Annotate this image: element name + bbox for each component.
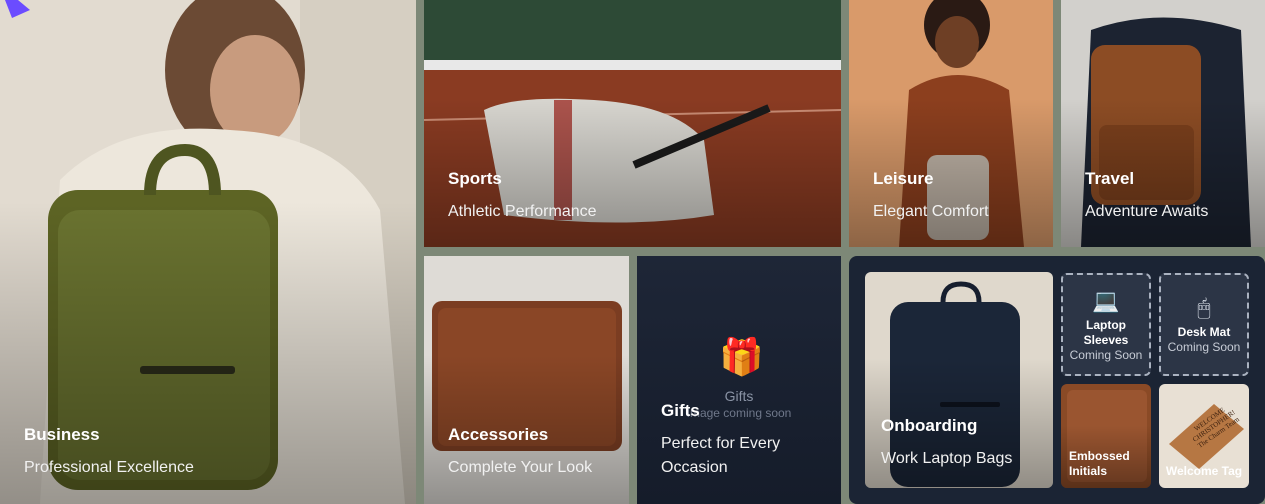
tile-subtitle: Adventure Awaits (1085, 203, 1209, 220)
tile-subtitle: Work Laptop Bags (881, 450, 1013, 467)
tile-title: Business (24, 425, 100, 444)
tile-title: Onboarding (881, 416, 978, 435)
card-label-line1: Laptop (1086, 317, 1126, 332)
category-tile-travel[interactable]: Travel Adventure Awaits (1061, 0, 1265, 247)
category-tile-leisure[interactable]: Leisure Elegant Comfort (849, 0, 1053, 247)
tile-title: Accessories (448, 425, 549, 444)
tile-title: Travel (1085, 169, 1135, 188)
category-panel-onboarding: Onboarding Work Laptop Bags 💻 Laptop Sle… (849, 256, 1265, 504)
category-tile-business[interactable]: Business Professional Excellence (0, 0, 416, 504)
coming-soon-label: Coming Soon (1069, 347, 1143, 362)
tile-title: Gifts (661, 401, 700, 420)
card-label-line1: Embossed (1069, 449, 1130, 463)
coming-soon-label: Coming Soon (1167, 340, 1241, 354)
desk-mat-card[interactable]: 🖱 Desk Mat Coming Soon (1159, 273, 1249, 376)
laptop-sleeves-card[interactable]: 💻 Laptop Sleeves Coming Soon (1061, 273, 1151, 376)
card-label-line2: Initials (1069, 464, 1108, 478)
category-tile-accessories[interactable]: Accessories Complete Your Look (424, 256, 629, 504)
card-label: Welcome Tag (1165, 464, 1243, 478)
laptop-icon: 💻 (1092, 287, 1120, 313)
card-label-line2: Sleeves (1083, 332, 1129, 347)
gift-icon: 🎁 (719, 336, 764, 377)
category-tile-sports[interactable]: Sports Athletic Performance (424, 0, 841, 247)
tile-title: Sports (448, 169, 502, 188)
tile-title: Leisure (873, 169, 934, 188)
tile-subtitle: Elegant Comfort (873, 203, 989, 220)
card-label: Desk Mat (1177, 325, 1231, 339)
welcome-tag-card[interactable]: WELCOME CHRISTOPHER! The Charm Team Welc… (1159, 384, 1249, 488)
onboarding-main-card[interactable]: Onboarding Work Laptop Bags (865, 272, 1053, 488)
tile-subtitle-line1: Perfect for Every (661, 435, 781, 452)
tile-subtitle: Professional Excellence (24, 459, 194, 476)
embossed-initials-card[interactable]: Embossed Initials (1061, 384, 1151, 488)
tile-subtitle: Complete Your Look (448, 459, 593, 476)
tile-subtitle: Athletic Performance (448, 203, 597, 220)
mouse-icon: 🖱 (1197, 295, 1211, 320)
category-tile-gifts[interactable]: 🎁 Gifts Image coming soon Gifts Perfect … (637, 256, 841, 504)
tile-subtitle-line2: Occasion (661, 459, 728, 476)
